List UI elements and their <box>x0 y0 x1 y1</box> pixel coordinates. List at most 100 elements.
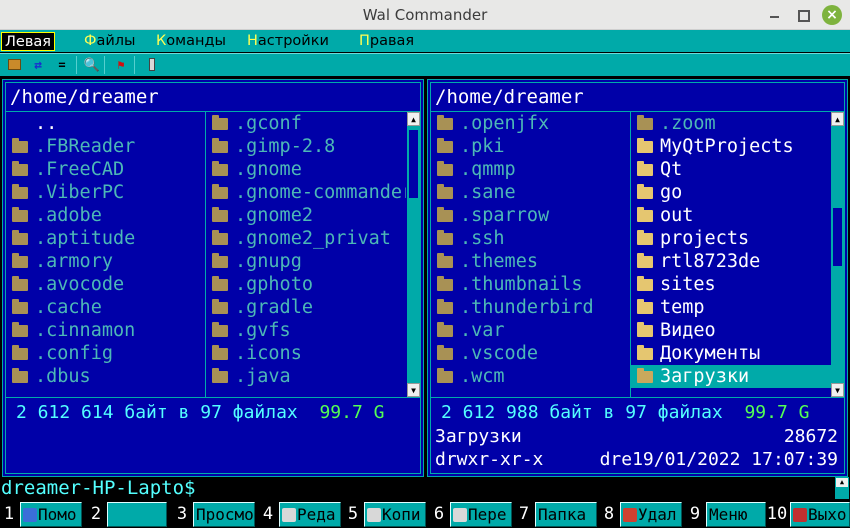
left-scrollbar[interactable]: ▲ ▼ <box>407 112 420 397</box>
scroll-up-icon[interactable]: ▲ <box>831 112 844 126</box>
folder-item[interactable]: .adobe <box>12 204 206 227</box>
folder-item[interactable]: .gradle <box>212 296 406 319</box>
fkey-button-7[interactable]: Папка <box>535 502 597 527</box>
compare-icon[interactable]: ⇄ <box>29 57 47 73</box>
folder-item[interactable]: .pki <box>437 135 631 158</box>
equal-icon[interactable]: = <box>53 57 71 73</box>
close-icon[interactable]: × <box>822 5 842 25</box>
folder-item[interactable]: .config <box>12 342 206 365</box>
shell-prompt[interactable]: dreamer-HP-Lapto$ <box>1 477 195 499</box>
file-name: .sparrow <box>460 205 550 226</box>
fkey-button-2[interactable] <box>107 502 167 527</box>
folder-item[interactable]: .openjfx <box>437 112 631 135</box>
folder-item[interactable]: .gnupg <box>212 250 406 273</box>
folder-item[interactable]: .FBReader <box>12 135 206 158</box>
scroll-thumb[interactable] <box>408 129 419 199</box>
folder-item[interactable]: .avocode <box>12 273 206 296</box>
folder-item[interactable]: Загрузки <box>631 365 831 388</box>
file-name: out <box>660 205 694 226</box>
file-name: .FBReader <box>35 136 136 157</box>
menu-item[interactable]: Левая <box>1 32 55 51</box>
window-titlebar[interactable]: Wal Commander × <box>0 0 850 30</box>
left-summary: 2 612 614 байт в 97 файлах 99.7 G <box>16 401 384 425</box>
folder-item[interactable]: .gvfs <box>212 319 406 342</box>
folder-item[interactable]: .thumbnails <box>437 273 631 296</box>
folder-item[interactable]: .gphoto <box>212 273 406 296</box>
folder-item[interactable]: .var <box>437 319 631 342</box>
folder-item[interactable]: .wcm <box>437 365 631 388</box>
folder-item[interactable]: .icons <box>212 342 406 365</box>
right-scrollbar[interactable]: ▲ ▼ <box>831 112 844 397</box>
folder-item[interactable]: Документы <box>631 342 831 365</box>
folder-icon <box>437 138 453 153</box>
folder-item[interactable]: .armory <box>12 250 206 273</box>
folder-item[interactable]: go <box>631 181 831 204</box>
folder-item[interactable]: MyQtProjects <box>631 135 831 158</box>
folder-item[interactable]: .dbus <box>12 365 206 388</box>
file-name: .vscode <box>460 343 538 364</box>
search-icon[interactable]: 🔍 <box>83 57 101 73</box>
command-scrollbar[interactable]: ▲ <box>835 477 849 499</box>
fkey-button-5[interactable]: Копи <box>364 502 426 527</box>
folder-item[interactable]: .gimp-2.8 <box>212 135 406 158</box>
folder-item[interactable]: Видео <box>631 319 831 342</box>
folder-icon <box>12 138 28 153</box>
folder-item[interactable]: .aptitude <box>12 227 206 250</box>
selected-size: 28672 <box>783 426 838 447</box>
folder-item[interactable]: temp <box>631 296 831 319</box>
folder-item[interactable]: out <box>631 204 831 227</box>
refresh-icon[interactable] <box>5 57 23 73</box>
folder-item[interactable]: .vscode <box>437 342 631 365</box>
flag-icon[interactable]: ⚑ <box>112 57 130 73</box>
scroll-thumb[interactable] <box>832 207 843 267</box>
fkey-button-10[interactable]: Выхо <box>790 502 850 527</box>
fkey-button-1[interactable]: Помо <box>20 502 82 527</box>
scroll-down-icon[interactable]: ▼ <box>831 383 844 397</box>
folder-item[interactable]: .qmmp <box>437 158 631 181</box>
menu-item[interactable]: Настройки <box>243 32 333 51</box>
folder-item[interactable]: .sane <box>437 181 631 204</box>
folder-item[interactable]: .gnome2 <box>212 204 406 227</box>
folder-item[interactable]: .gnome2_privat <box>212 227 406 250</box>
minimize-icon[interactable] <box>764 5 784 25</box>
folder-item[interactable]: .cinnamon <box>12 319 206 342</box>
left-panel[interactable]: /home/dreamer .. .FBReader .FreeCAD .ViberP… <box>2 79 424 477</box>
scroll-down-icon[interactable]: ▼ <box>407 383 420 397</box>
parent-dir-item[interactable]: .. <box>12 112 206 135</box>
fkey-button-9[interactable]: Меню <box>706 502 766 527</box>
fkey-button-3[interactable]: Просмо <box>193 502 255 527</box>
menu-item[interactable]: Команды <box>152 32 230 51</box>
fkey-button-6[interactable]: Пере <box>450 502 512 527</box>
folder-item[interactable]: .gconf <box>212 112 406 135</box>
folder-item[interactable]: .cache <box>12 296 206 319</box>
file-name: .java <box>235 366 291 387</box>
right-panel[interactable]: /home/dreamer .openjfx .pki .qmmp .sane .spa… <box>427 79 848 477</box>
folder-item[interactable]: .ViberPC <box>12 181 206 204</box>
menu-label: оманды <box>166 33 226 49</box>
folder-item[interactable]: .gnome-commander <box>212 181 406 204</box>
folder-item[interactable]: sites <box>631 273 831 296</box>
file-name: .gimp-2.8 <box>235 136 336 157</box>
command-line[interactable]: dreamer-HP-Lapto$ ▲ <box>0 477 850 499</box>
folder-item[interactable]: rtl8723de <box>631 250 831 273</box>
folder-item[interactable]: projects <box>631 227 831 250</box>
menu-item[interactable]: Правая <box>355 32 418 51</box>
maximize-icon[interactable] <box>793 5 813 25</box>
fkey-button-4[interactable]: Реда <box>279 502 341 527</box>
folder-icon <box>637 138 653 153</box>
folder-item[interactable]: .ssh <box>437 227 631 250</box>
folder-item[interactable]: .zoom <box>631 112 831 135</box>
folder-icon <box>637 115 653 130</box>
folder-item[interactable]: .FreeCAD <box>12 158 206 181</box>
folder-item[interactable]: .themes <box>437 250 631 273</box>
scroll-up-icon[interactable]: ▲ <box>407 112 420 126</box>
folder-item[interactable]: .java <box>212 365 406 388</box>
folder-item[interactable]: .thunderbird <box>437 296 631 319</box>
folder-item[interactable]: Qt <box>631 158 831 181</box>
folder-item[interactable]: .gnome <box>212 158 406 181</box>
menu-item[interactable]: Файлы <box>80 32 140 51</box>
folder-item[interactable]: .sparrow <box>437 204 631 227</box>
scroll-up-icon[interactable]: ▲ <box>836 478 848 487</box>
battery-icon[interactable] <box>143 57 161 73</box>
fkey-button-8[interactable]: Удал <box>620 502 682 527</box>
